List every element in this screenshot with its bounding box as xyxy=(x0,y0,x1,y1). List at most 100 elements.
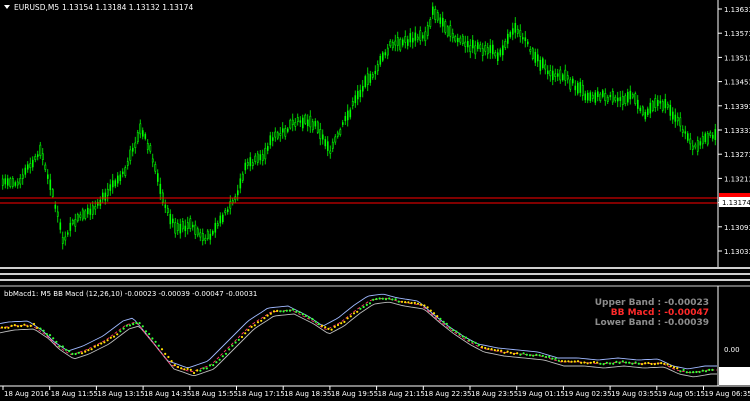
candle xyxy=(316,120,319,135)
macd-dot xyxy=(612,362,615,365)
macd-dot xyxy=(471,340,474,343)
candle xyxy=(696,136,699,156)
candle xyxy=(589,90,592,103)
candle xyxy=(251,158,254,170)
candle xyxy=(309,110,312,133)
macd-dot xyxy=(333,325,336,328)
macd-dot xyxy=(317,323,320,326)
macd-dot xyxy=(61,345,64,348)
macd-dot xyxy=(477,344,480,347)
macd-dot xyxy=(692,371,695,374)
macd-dot xyxy=(452,329,455,332)
candle xyxy=(407,35,409,50)
candle xyxy=(294,117,297,131)
candle xyxy=(97,198,99,209)
ohlc-values: 1.13154 1.13184 1.13132 1.13174 xyxy=(62,3,193,12)
candle xyxy=(714,123,717,146)
candle xyxy=(514,17,517,39)
macd-dot xyxy=(308,316,311,319)
macd-dot xyxy=(349,315,352,318)
macd-dot xyxy=(58,345,61,348)
indicator-value-box xyxy=(719,367,750,385)
price-tick-label: 1.13273 xyxy=(724,151,750,159)
candle xyxy=(186,216,189,235)
macd-dot xyxy=(250,325,253,328)
candle xyxy=(119,170,122,185)
macd-dot xyxy=(429,309,432,312)
macd-dot xyxy=(436,315,439,318)
candle xyxy=(349,107,352,120)
candle xyxy=(382,51,384,63)
macd-dot xyxy=(624,361,628,364)
candle xyxy=(581,79,584,101)
candle xyxy=(394,34,397,52)
macd-dot xyxy=(106,339,109,342)
candle xyxy=(216,220,219,229)
macd-dot xyxy=(148,332,151,336)
macd-dot xyxy=(528,354,532,357)
candle xyxy=(21,168,24,185)
candle xyxy=(621,90,624,111)
macd-dot xyxy=(218,358,221,361)
candle xyxy=(67,230,69,237)
macd-dot xyxy=(711,368,714,371)
candle xyxy=(246,158,249,170)
candle xyxy=(597,87,599,102)
candle xyxy=(14,180,17,188)
macd-dot xyxy=(29,324,32,327)
candle xyxy=(212,229,214,236)
macd-dot xyxy=(397,300,400,303)
candle xyxy=(566,71,569,84)
candle xyxy=(7,174,9,190)
candle xyxy=(41,148,44,166)
macd-dot xyxy=(141,325,144,328)
candle xyxy=(507,29,509,49)
candle xyxy=(254,153,257,165)
macd-dot xyxy=(272,310,276,313)
macd-dot xyxy=(669,365,672,368)
macd-dot xyxy=(212,364,215,367)
candle xyxy=(157,169,159,186)
macd-dot xyxy=(519,353,522,356)
candle xyxy=(159,177,162,201)
candle xyxy=(296,113,299,126)
dropdown-triangle-icon[interactable] xyxy=(4,5,10,9)
macd-dot xyxy=(224,352,228,355)
candle xyxy=(569,77,572,92)
macd-dot xyxy=(458,332,461,335)
ask-price-marker xyxy=(719,193,750,197)
candle xyxy=(451,28,454,43)
candle xyxy=(544,59,547,75)
candle xyxy=(712,132,714,142)
time-axis[interactable]: 18 Aug 2016 18 Aug 11:55 18 Aug 13:15 18 Au… xyxy=(2,386,750,398)
candle xyxy=(486,42,489,59)
price-pane[interactable] xyxy=(1,2,717,250)
macd-dot xyxy=(628,361,631,364)
macd-dot xyxy=(509,351,512,354)
pane-separator[interactable] xyxy=(0,267,750,287)
candle xyxy=(184,219,187,238)
price-axis[interactable]: 1.13633 1.13573 1.13513 1.13453 1.13393 1.133… xyxy=(718,6,750,256)
macd-dot xyxy=(586,362,589,365)
macd-dot xyxy=(167,355,170,359)
macd-dot xyxy=(388,297,391,300)
macd-dot xyxy=(228,348,231,351)
macd-dot xyxy=(608,362,612,365)
macd-dot xyxy=(183,368,186,371)
candle xyxy=(241,171,244,184)
macd-dot xyxy=(560,360,564,363)
macd-dot xyxy=(666,363,669,366)
macd-dot xyxy=(240,335,244,339)
candle xyxy=(69,217,72,237)
candle xyxy=(426,21,429,40)
candle xyxy=(269,131,272,149)
macd-dot xyxy=(384,298,388,301)
macd-dot xyxy=(196,369,199,372)
macd-dot xyxy=(68,350,71,353)
macd-dot xyxy=(378,297,381,300)
macd-dot xyxy=(74,352,77,356)
macd-dot xyxy=(10,324,13,327)
time-tick-label: 19 Aug 06:35 xyxy=(705,390,750,398)
candle xyxy=(664,93,667,114)
candle xyxy=(76,212,79,223)
